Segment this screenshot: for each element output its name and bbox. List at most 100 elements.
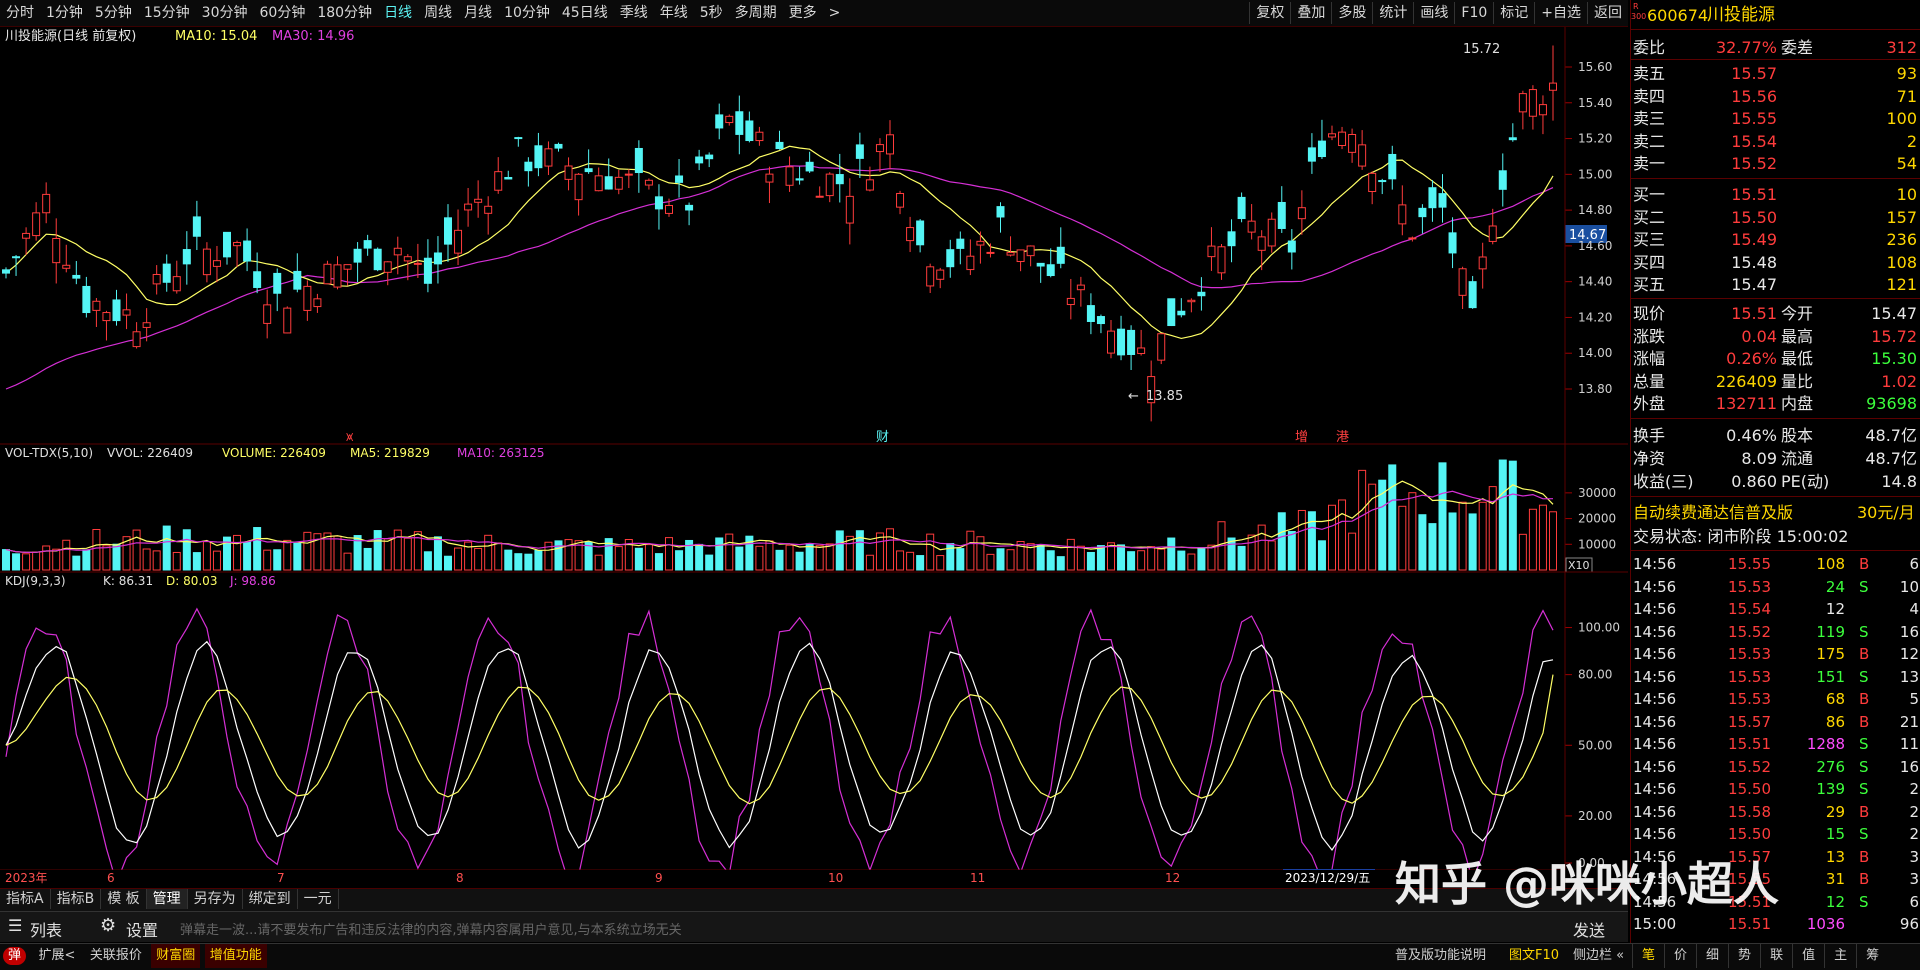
candle-body <box>263 304 272 324</box>
period-tab-5[interactable]: 60分钟 <box>254 0 312 26</box>
tick-side: S <box>1859 825 1869 843</box>
side-tab-2[interactable]: 细 <box>1696 944 1728 968</box>
kline-charts[interactable]: 川投能源(日线 前复权) MA10: 15.04 MA30: 14.96 15.… <box>0 27 1628 870</box>
list-icon[interactable]: ☰ <box>8 916 22 935</box>
indicator-tab-5[interactable]: 绑定到 <box>243 889 298 909</box>
stat-label: PE(动) <box>1781 472 1830 491</box>
candle-body <box>303 285 312 311</box>
period-tab-1[interactable]: 1分钟 <box>40 0 89 26</box>
period-tab-9[interactable]: 月线 <box>458 0 498 26</box>
candle-body <box>1247 220 1256 233</box>
event-marker-increase[interactable]: 增 <box>1295 430 1308 445</box>
period-tab-10[interactable]: 10分钟 <box>498 0 556 26</box>
period-tab-15[interactable]: 多周期 <box>729 0 783 26</box>
period-tab-4[interactable]: 30分钟 <box>196 0 254 26</box>
side-tab-5[interactable]: 值 <box>1792 944 1824 968</box>
candle-body <box>484 205 493 214</box>
stat-value: 8.09 <box>1741 449 1777 468</box>
toolbar-right-item-5[interactable]: F10 <box>1454 2 1493 24</box>
event-marker-finance[interactable]: 财 <box>876 430 889 445</box>
side-tab-3[interactable]: 势 <box>1728 944 1760 968</box>
stat-value: 15.30 <box>1871 349 1917 368</box>
tick-time: 14:56 <box>1633 712 1677 731</box>
tick-time: 14:56 <box>1633 577 1677 596</box>
side-tab-4[interactable]: 联 <box>1760 944 1792 968</box>
toolbar-right-item-2[interactable]: 多股 <box>1331 2 1372 24</box>
period-tab-6[interactable]: 180分钟 <box>311 0 378 26</box>
vol-y-tick-label: 30000 <box>1578 486 1616 500</box>
danmu-settings-button[interactable]: 设置 <box>126 917 158 941</box>
tick-row: 14:56 15.50 15 S 2 <box>1631 823 1920 845</box>
toolbar-right-item-6[interactable]: 标记 <box>1493 2 1534 24</box>
tick-time: 14:56 <box>1633 780 1677 798</box>
danmu-toggle[interactable]: 弹 <box>3 947 27 965</box>
candle-body <box>835 174 844 185</box>
candle-body <box>52 238 61 264</box>
period-tab-7[interactable]: 日线 <box>378 0 418 26</box>
kdj-y-tick-label: 50.00 <box>1578 738 1612 752</box>
period-tab-3[interactable]: 15分钟 <box>138 0 196 26</box>
danmu-send-button[interactable]: 发送 <box>1573 917 1605 941</box>
period-tab-16[interactable]: 更多 <box>783 0 823 26</box>
candle-body <box>966 255 975 271</box>
side-tab-0[interactable]: 笔 <box>1632 944 1664 968</box>
expand-button[interactable]: 扩展< <box>33 944 80 968</box>
period-tab-8[interactable]: 周线 <box>418 0 458 26</box>
indicator-tab-6[interactable]: 一元 <box>298 889 339 909</box>
toolbar-right-item-0[interactable]: 复权 <box>1249 2 1290 24</box>
indicator-tab-1[interactable]: 指标B <box>51 889 102 909</box>
toolbar-right-item-7[interactable]: +自选 <box>1534 2 1587 24</box>
side-tab-1[interactable]: 价 <box>1664 944 1696 968</box>
period-tab-11[interactable]: 45日线 <box>556 0 614 26</box>
period-tab-13[interactable]: 年线 <box>654 0 694 26</box>
value-added-button[interactable]: 增值功能 <box>204 944 267 968</box>
candle-body <box>1408 237 1417 240</box>
side-tab-6[interactable]: 主 <box>1824 944 1856 968</box>
event-marker-1[interactable]: ⩙ <box>346 430 354 445</box>
related-quotes-button[interactable]: 关联报价 <box>85 944 147 968</box>
volume-bar <box>1549 511 1557 571</box>
tick-time: 14:56 <box>1633 825 1677 843</box>
toolbar-right-item-3[interactable]: 统计 <box>1372 2 1413 24</box>
period-tab-2[interactable]: 5分钟 <box>89 0 138 26</box>
tick-price: 15.53 <box>1728 577 1771 596</box>
tick-price: 15.51 <box>1728 735 1771 753</box>
order-level-label: 卖二 <box>1633 131 1666 151</box>
indicator-tab-0[interactable]: 指标A <box>0 889 51 909</box>
indicator-tab-4[interactable]: 另存为 <box>188 889 243 909</box>
tick-row: 14:56 15.58 29 B 2 <box>1631 801 1920 823</box>
danmu-input[interactable]: 弹幕走一波...请不要发布广告和违反法律的内容,弹幕内容属用户意见,与本系统立场… <box>180 919 682 938</box>
danmu-list-button[interactable]: 列表 <box>30 917 62 941</box>
candle-body <box>32 212 41 237</box>
weibi-row: 委比 32.77% 委差 312 <box>1631 36 1920 59</box>
tick-row: 14:56 15.50 139 S 2 <box>1631 778 1920 800</box>
gear-icon[interactable]: ⚙ <box>100 915 116 936</box>
volume-bar <box>393 529 402 571</box>
more-chevron-icon[interactable]: > <box>823 0 847 26</box>
indicator-tab-3[interactable]: 管理 <box>146 889 188 909</box>
candle-body <box>122 309 131 316</box>
candle-body <box>223 231 231 258</box>
edition-help-link[interactable]: 普及版功能说明 <box>1390 944 1491 968</box>
f10-button[interactable]: 图文F10 <box>1504 944 1564 968</box>
indicator-tab-2[interactable]: 模 板 <box>101 889 147 909</box>
candle-body <box>42 193 51 214</box>
period-tab-12[interactable]: 季线 <box>614 0 654 26</box>
tick-count: 3 <box>1909 847 1919 866</box>
side-tab-7[interactable]: 筹 <box>1856 944 1888 968</box>
candle-body <box>725 115 734 124</box>
toolbar-right-item-4[interactable]: 画线 <box>1413 2 1454 24</box>
period-tab-0[interactable]: 分时 <box>0 0 40 26</box>
volume-bar <box>52 548 61 571</box>
volume-bar <box>293 542 302 571</box>
sidebar-toggle[interactable]: 侧边栏 « <box>1568 944 1629 968</box>
event-marker-hk[interactable]: 港 <box>1336 430 1349 445</box>
wealth-circle-button[interactable]: 财富圈 <box>151 944 201 968</box>
toolbar-right-item-8[interactable]: 返回 <box>1587 2 1628 24</box>
period-tab-14[interactable]: 5秒 <box>694 0 729 26</box>
toolbar-right-item-1[interactable]: 叠加 <box>1290 2 1331 24</box>
subscription-ad[interactable]: 自动续费通达信普及版 30元/月 <box>1631 501 1920 524</box>
order-volume: 108 <box>1886 252 1917 272</box>
candle-body <box>1177 310 1186 316</box>
tick-time: 14:56 <box>1633 645 1677 663</box>
